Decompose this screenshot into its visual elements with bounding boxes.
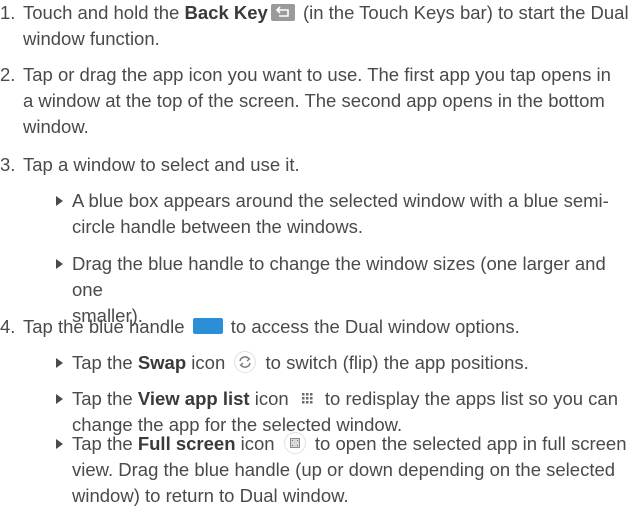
bullet-text: icon: [249, 388, 294, 409]
swap-label: Swap: [137, 352, 187, 373]
bullet-text: icon: [235, 433, 280, 454]
step-text: (in the Touch Keys bar) to start the Dua…: [297, 2, 629, 23]
step-text: window function.: [23, 28, 160, 49]
instruction-page: 1. Touch and hold the Back Key (in the T…: [0, 0, 636, 509]
bullet-text: A blue box appears around the selected w…: [72, 190, 609, 211]
grid-icon: [297, 388, 317, 408]
blue-handle-icon: [192, 318, 223, 335]
bullet-text: to open the selected app in full screen: [309, 433, 627, 454]
bullet-text: window) to return to Dual window.: [72, 485, 349, 506]
step-text: Tap the blue handle: [23, 316, 190, 337]
bullet-text: to switch (flip) the app positions.: [260, 352, 529, 373]
bullet-text: view. Drag the blue handle (up or down d…: [72, 459, 616, 480]
bullet-item: A blue box appears around the selected w…: [56, 188, 634, 240]
step-text: to access the Dual window options.: [225, 316, 520, 337]
bullet-triangle-icon: [56, 358, 63, 368]
step-text: Touch and hold the: [23, 2, 185, 23]
step-number: 1.: [0, 2, 16, 23]
back-arrow-icon: [270, 3, 295, 21]
bullet-item: Tap the Full screen icon to open the sel…: [56, 431, 634, 509]
swap-icon: [234, 351, 257, 374]
step-1: 1. Touch and hold the Back Key (in the T…: [0, 0, 634, 52]
step-text: Tap or drag the app icon you want to use…: [23, 64, 611, 85]
bullet-triangle-icon: [56, 439, 63, 449]
step-number: 3.: [0, 154, 16, 175]
bullet-text: circle handle between the windows.: [72, 216, 364, 237]
step-text: Tap a window to select and use it.: [23, 154, 300, 175]
bullet-triangle-icon: [56, 196, 63, 206]
bullet-text: Tap the: [72, 433, 138, 454]
bullet-item: Tap the Swap icon to switch (flip) the a…: [56, 350, 634, 376]
view-app-list-label: View app list: [137, 388, 250, 409]
full-screen-label: Full screen: [137, 433, 236, 454]
step-number: 4.: [0, 316, 16, 337]
back-key-label: Back Key: [184, 2, 268, 23]
bullet-text: Tap the: [72, 352, 138, 373]
step-number: 2.: [0, 64, 16, 85]
full-screen-icon: [283, 432, 306, 455]
step-text: window.: [23, 116, 89, 137]
bullet-text: icon: [186, 352, 231, 373]
bullet-text: Tap the: [72, 388, 138, 409]
bullet-text: Drag the blue handle to change the windo…: [72, 253, 606, 300]
bullet-triangle-icon: [56, 394, 63, 404]
step-3: 3. Tap a window to select and use it.: [0, 152, 634, 178]
bullet-text: to redisplay the apps list so you can: [319, 388, 619, 409]
step-4: 4. Tap the blue handle to access the Dua…: [0, 314, 634, 340]
step-2: 2. Tap or drag the app icon you want to …: [0, 62, 634, 140]
step-text: a window at the top of the screen. The s…: [23, 90, 605, 111]
bullet-triangle-icon: [56, 259, 63, 269]
